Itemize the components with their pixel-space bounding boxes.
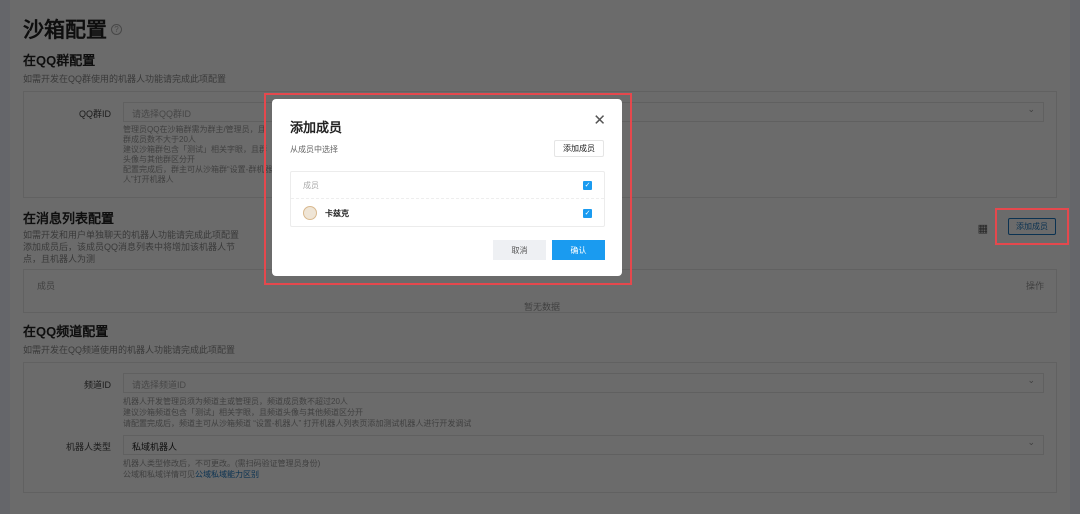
hint: 配置完成后，群主可从沙箱群“设置-群机器人”打开机器人 — [123, 165, 273, 184]
select-all-checkbox[interactable]: ✓ — [583, 180, 592, 190]
member-checkbox[interactable]: ✓ — [583, 208, 592, 218]
channel-config-box: 频道ID 请选择频道ID 机器人开发管理员须为频道主或管理员，频道成员数不超过2… — [23, 362, 1057, 493]
group-section-title: 在QQ群配置 — [23, 53, 96, 68]
col-member: 成员 — [37, 281, 56, 291]
member-header: 成员 — [303, 180, 319, 190]
member-name: 卡兹克 — [325, 208, 349, 218]
member-list: 成员 ✓ 卡兹克 ✓ — [290, 171, 605, 227]
confirm-button[interactable]: 确认 — [552, 240, 605, 260]
close-icon[interactable]: ✕ — [593, 111, 606, 129]
highlight-add-button: 添加成员 — [995, 208, 1069, 245]
page-title: 沙箱配置? — [23, 14, 1057, 44]
msg-desc: 添加成员后，该成员QQ消息列表中将增加该机器人节点，且机器人为测 — [23, 242, 236, 264]
col-action: 操作 — [1025, 281, 1044, 291]
bot-type-select[interactable]: 私域机器人 — [123, 435, 1044, 455]
bot-type-label: 机器人类型 — [65, 442, 111, 452]
hint: 建议沙箱群包含「测试」相关字眼，且群头像与其他群区分开 — [123, 145, 267, 164]
modal-title: 添加成员 — [290, 120, 343, 135]
channel-id-label: 频道ID — [83, 380, 111, 390]
empty-text: 暂无数据 — [524, 302, 561, 312]
page-title-text: 沙箱配置 — [23, 19, 107, 42]
highlight-modal: 添加成员 ✕ 从成员中选择 添加成员 成员 ✓ 卡兹克 ✓ 取消 确认 — [264, 93, 632, 285]
msg-desc: 如需开发和用户单独聊天的机器人功能请完成此项配置 — [23, 230, 240, 240]
avatar — [303, 206, 317, 220]
help-icon[interactable]: ? — [111, 23, 122, 35]
hint: 建议沙箱频道包含「测试」相关字眼，且频道头像与其他频道区分开 — [123, 408, 363, 417]
hint: 机器人类型修改后，不可更改。(需扫码验证管理员身份) — [123, 459, 321, 468]
group-id-label: QQ群ID — [78, 109, 111, 119]
modal-add-member-button[interactable]: 添加成员 — [554, 140, 604, 157]
hint: 请配置完成后，频道主可从沙箱频道 “设置-机器人” 打开机器人列表页添加测试机器… — [123, 419, 472, 428]
hint: 公域和私域详情可见 — [123, 470, 195, 479]
add-member-modal: 添加成员 ✕ 从成员中选择 添加成员 成员 ✓ 卡兹克 ✓ 取消 确认 — [272, 99, 622, 276]
hint: 机器人开发管理员须为频道主或管理员，频道成员数不超过20人 — [123, 397, 348, 406]
channel-desc: 如需开发在QQ频道使用的机器人功能请完成此项配置 — [23, 345, 236, 355]
hint: 管理员QQ在沙箱群需为群主/管理员，且群成员数不大于20人 — [123, 125, 266, 144]
qrcode-icon[interactable]: ▦ — [978, 222, 988, 235]
add-member-button[interactable]: 添加成员 — [1008, 218, 1056, 235]
channel-id-select[interactable]: 请选择频道ID — [123, 373, 1044, 393]
channel-section-title: 在QQ频道配置 — [23, 324, 109, 339]
group-section-desc: 如需开发在QQ群使用的机器人功能请完成此项配置 — [23, 74, 227, 84]
list-item[interactable]: 卡兹克 ✓ — [291, 199, 604, 227]
diff-link[interactable]: 公域私域能力区别 — [195, 470, 259, 479]
cancel-button[interactable]: 取消 — [493, 240, 546, 260]
